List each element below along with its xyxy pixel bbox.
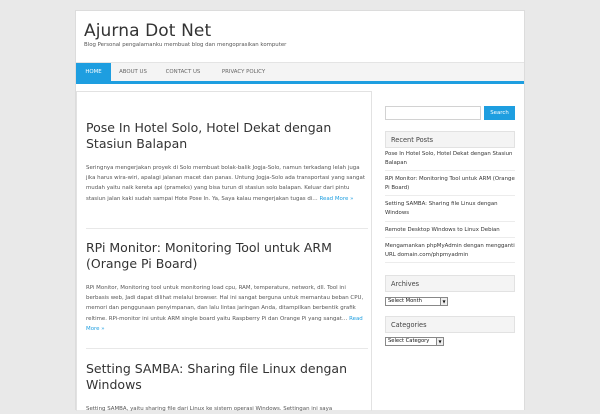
site-title[interactable]: Ajurna Dot Net <box>84 21 211 41</box>
archives-dropdown[interactable]: Select Month ▼ <box>385 297 448 306</box>
post-excerpt: Seringnya mengerjakan proyek di Solo mem… <box>86 163 368 204</box>
search-button[interactable]: Search <box>484 106 515 120</box>
categories-dropdown[interactable]: Select Category ▼ <box>385 337 444 346</box>
archives-selected-value: Select Month <box>388 298 422 304</box>
post-article: RPi Monitor: Monitoring Tool untuk ARM (… <box>86 240 368 334</box>
post-divider <box>86 228 368 229</box>
post-article: Pose In Hotel Solo, Hotel Dekat dengan S… <box>86 120 368 204</box>
nav-item-about-us[interactable]: ABOUT US <box>111 63 155 81</box>
post-excerpt: RPi Monitor, Monitoring tool untuk monit… <box>86 283 368 334</box>
recent-post-link[interactable]: Remote Desktop Windows to Linux Debian <box>385 222 515 239</box>
post-article: Setting SAMBA: Sharing file Linux dengan… <box>86 361 368 414</box>
site-description: Blog Personal pengalamanku membuat blog … <box>84 42 287 48</box>
post-excerpt-text: Setting SAMBA, yaitu sharing file dari L… <box>86 406 333 412</box>
post-excerpt-text: RPi Monitor, Monitoring tool untuk monit… <box>86 285 364 322</box>
post-excerpt: Setting SAMBA, yaitu sharing file dari L… <box>86 404 368 414</box>
page-container: Ajurna Dot Net Blog Personal pengalamank… <box>75 10 525 414</box>
nav-item-contact-us[interactable]: CONTACT US <box>155 63 211 81</box>
main-navigation: HOME ABOUT US CONTACT US PRIVACY POLICY <box>76 62 524 84</box>
chevron-down-icon: ▼ <box>440 298 447 305</box>
archives-title: Archives <box>385 275 515 292</box>
categories-selected-value: Select Category <box>388 338 430 344</box>
recent-post-link[interactable]: Pose In Hotel Solo, Hotel Dekat dengan S… <box>385 145 515 172</box>
nav-item-home[interactable]: HOME <box>76 63 111 81</box>
recent-post-link[interactable]: RPi Monitor: Monitoring Tool untuk ARM (… <box>385 171 515 197</box>
search-input[interactable] <box>385 106 481 120</box>
nav-item-privacy-policy[interactable]: PRIVACY POLICY <box>211 63 276 81</box>
content-area: Pose In Hotel Solo, Hotel Dekat dengan S… <box>76 91 372 414</box>
recent-posts-list: Pose In Hotel Solo, Hotel Dekat dengan S… <box>385 145 515 264</box>
site-header: Ajurna Dot Net Blog Personal pengalamank… <box>76 11 524 62</box>
read-more-link[interactable]: Read More » <box>319 196 353 202</box>
post-title[interactable]: Pose In Hotel Solo, Hotel Dekat dengan S… <box>86 120 368 152</box>
recent-post-link[interactable]: Mengamankan phpMyAdmin dengan mengganti … <box>385 238 515 264</box>
post-title[interactable]: RPi Monitor: Monitoring Tool untuk ARM (… <box>86 240 368 272</box>
post-title[interactable]: Setting SAMBA: Sharing file Linux dengan… <box>86 361 368 393</box>
post-divider <box>86 348 368 349</box>
recent-post-link[interactable]: Setting SAMBA: Sharing file Linux dengan… <box>385 196 515 222</box>
categories-title: Categories <box>385 316 515 333</box>
chevron-down-icon: ▼ <box>436 338 443 345</box>
